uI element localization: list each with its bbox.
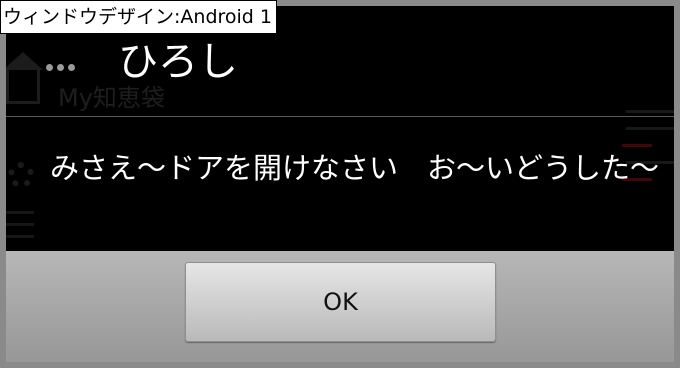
background-list-icon <box>6 202 34 252</box>
window-label: ウィンドウデザイン:Android 1 <box>0 0 277 34</box>
title-divider <box>6 116 674 117</box>
overflow-menu-icon[interactable] <box>46 64 75 71</box>
window-frame: My知恵袋 ひろし みさえ～ドアを開けなさい お～いどうした～ OK <box>0 0 680 368</box>
home-icon <box>6 52 43 104</box>
dialog-title: ひろし <box>118 39 238 85</box>
dialog-message: みさえ～ドアを開けなさい お～いどうした～ <box>50 151 660 185</box>
ok-button[interactable]: OK <box>185 262 496 342</box>
android-screen: My知恵袋 ひろし みさえ～ドアを開けなさい お～いどうした～ OK <box>6 6 674 362</box>
gear-icon <box>8 162 34 188</box>
